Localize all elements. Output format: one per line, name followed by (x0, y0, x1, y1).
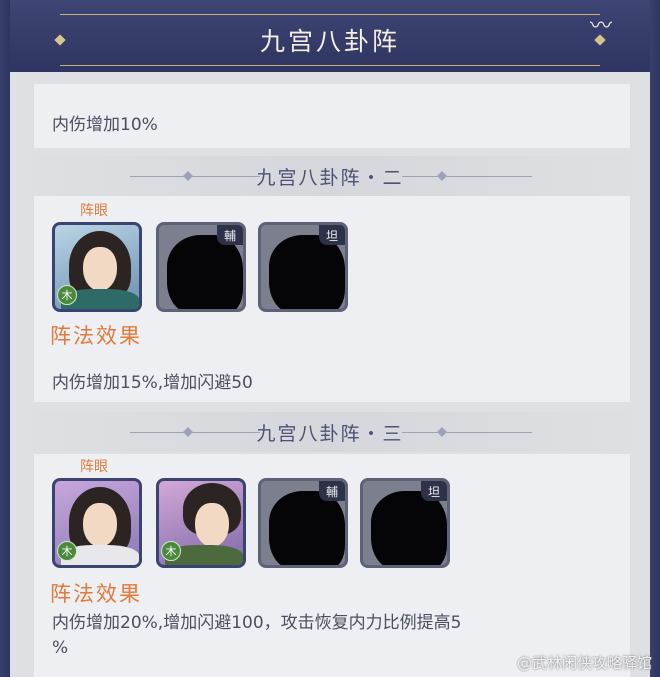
formation-eye-label: 阵眼 (80, 203, 108, 219)
diamond-icon (183, 171, 193, 181)
effect-text: 内伤增加15%,增加闪避50 (52, 373, 253, 393)
tank-slot[interactable]: 坦 (258, 222, 348, 312)
effect-text: 内伤增加20%,增加闪避100，攻击恢复内力比例提高5 (52, 613, 462, 633)
support-slot[interactable]: 輔 (258, 478, 348, 568)
section-title: 九宫八卦阵・二 (256, 166, 404, 189)
divider-line (130, 432, 260, 433)
divider-line (130, 176, 260, 177)
support-role-badge: 輔 (319, 481, 345, 501)
effect-title: 阵法效果 (50, 324, 142, 348)
divider-line (402, 176, 532, 177)
effect-text: 内伤增加10% (52, 115, 158, 135)
locked-silhouette (167, 235, 243, 309)
hero-slot[interactable]: 木 (156, 478, 246, 568)
locked-silhouette (371, 491, 447, 565)
formation-eye-label: 阵眼 (80, 459, 108, 475)
hero-face (83, 247, 117, 291)
effect-text-continued: % (52, 638, 69, 658)
tank-role-badge: 坦 (319, 225, 345, 245)
wood-element-icon: 木 (57, 541, 77, 561)
locked-silhouette (269, 235, 345, 309)
tank-slot[interactable]: 坦 (360, 478, 450, 568)
wood-element-icon: 木 (161, 541, 181, 561)
swallow-icon: 〰 (589, 14, 612, 39)
section-header-3: 九宫八卦阵・三 (10, 412, 650, 452)
section-header-2: 九宫八卦阵・二 (10, 156, 650, 196)
divider-line (402, 432, 532, 433)
hero-slot[interactable]: 木 (52, 222, 142, 312)
section-title: 九宫八卦阵・三 (256, 422, 404, 445)
frame-left-border (0, 0, 10, 677)
watermark: @武林闲侠攻略驿馆 (516, 654, 652, 672)
locked-silhouette (269, 491, 345, 565)
hero-face (195, 503, 229, 547)
frame-right-border (650, 0, 660, 677)
title-bar: 九宫八卦阵 (54, 14, 606, 66)
effect-title: 阵法效果 (50, 582, 142, 606)
wood-element-icon: 木 (57, 285, 77, 305)
support-role-badge: 輔 (217, 225, 243, 245)
support-slot[interactable]: 輔 (156, 222, 246, 312)
diamond-icon (183, 427, 193, 437)
page-title: 九宫八卦阵 (259, 27, 400, 56)
tank-role-badge: 坦 (421, 481, 447, 501)
hero-slot[interactable]: 木 (52, 478, 142, 568)
hero-face (83, 503, 117, 547)
